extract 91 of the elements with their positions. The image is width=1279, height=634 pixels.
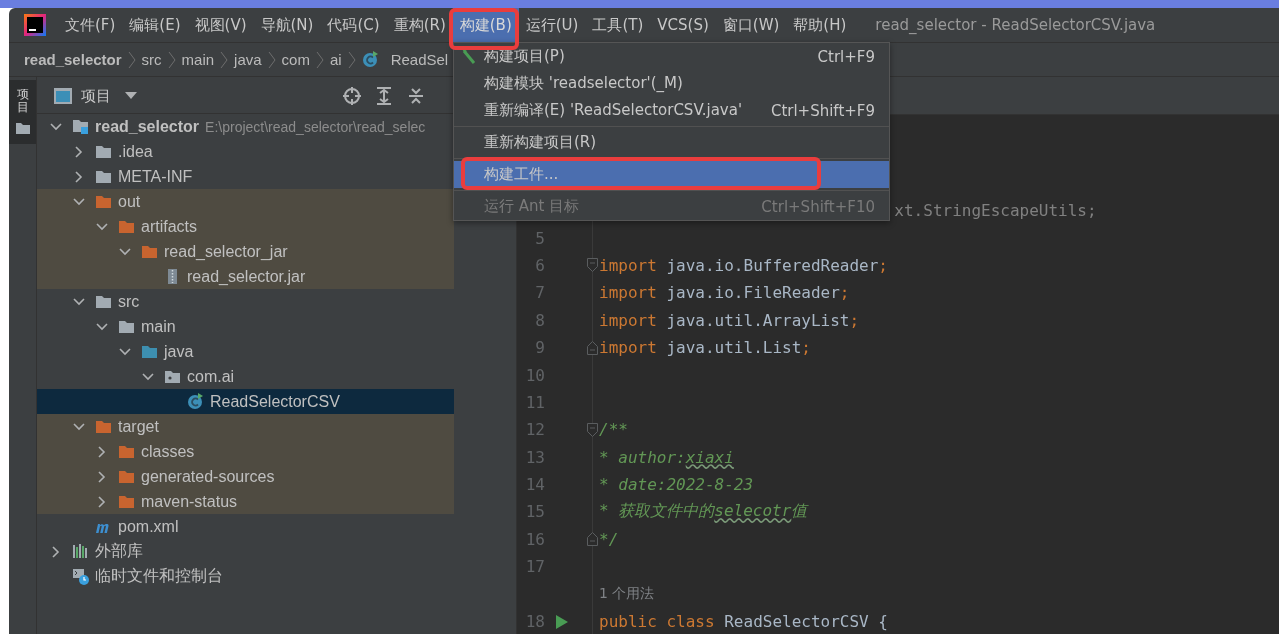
tree-item-label: java	[164, 342, 194, 361]
line-number: 18	[524, 612, 545, 632]
tree-item-label: maven-status	[141, 492, 238, 511]
breadcrumb-item[interactable]: main	[181, 51, 215, 68]
menu-bar-item[interactable]: 工具(T)	[585, 8, 651, 42]
tree-item-label: 外部库	[95, 541, 143, 561]
tree-row[interactable]: META-INF	[37, 164, 454, 189]
tree-item-label: generated-sources	[141, 467, 275, 486]
tree-item-label: artifacts	[141, 217, 197, 236]
menu-bar-item[interactable]: 窗口(W)	[715, 8, 787, 42]
tree-item-label: META-INF	[118, 167, 193, 186]
tree-row[interactable]: src	[37, 289, 454, 314]
menu-bar-item[interactable]: 帮助(H)	[786, 8, 854, 42]
line-number: 12	[524, 420, 545, 440]
tree-item-label: pom.xml	[118, 517, 179, 536]
tree-item-label: out	[118, 192, 141, 211]
menu-bar-item[interactable]: 导航(N)	[253, 8, 321, 42]
tree-row[interactable]: read_selector.jar	[37, 264, 454, 289]
tree-item-label: .idea	[118, 142, 153, 161]
breadcrumb-item[interactable]: java	[234, 51, 262, 68]
menu-bar-item[interactable]: 重构(R)	[386, 8, 453, 42]
tree-row[interactable]: read_selector_jar	[37, 239, 454, 264]
breadcrumb-item[interactable]: ai	[329, 51, 342, 68]
menu-bar-item[interactable]: 编辑(E)	[122, 8, 188, 42]
tree-item-label: main	[141, 317, 176, 336]
line-number: 9	[534, 338, 545, 358]
panel-title[interactable]: 项目	[81, 86, 111, 106]
window-title: read_selector - ReadSelectorCSV.java	[875, 16, 1156, 34]
code-line: /**	[599, 420, 628, 440]
tree-row[interactable]: 外部库	[37, 539, 454, 564]
line-number: 14	[524, 475, 545, 495]
menu-bar-item[interactable]: VCS(S)	[650, 8, 716, 42]
line-number: 15	[524, 502, 545, 522]
code-line: xt.StringEscapeUtils;	[894, 201, 1097, 221]
code-line: import java.io.FileReader;	[599, 283, 850, 303]
tree-row[interactable]: java	[37, 339, 454, 364]
breadcrumb-item[interactable]: com	[281, 51, 310, 68]
code-line: import java.util.List;	[599, 338, 811, 358]
code-line: import java.util.ArrayList;	[599, 310, 860, 330]
menu-item[interactable]: 构建项目(P) Ctrl+F9	[454, 43, 889, 70]
tree-item-label: read_selector_jar	[164, 242, 288, 261]
line-number: 7	[534, 283, 545, 303]
code-line: * author:xiaxi	[599, 447, 734, 467]
tree-row[interactable]: 临时文件和控制台	[37, 564, 454, 589]
line-number: 17	[524, 557, 545, 577]
tree-row[interactable]: maven-status	[37, 489, 454, 514]
tree-item-label: src	[118, 292, 140, 311]
usage-hint[interactable]: 1 个用法	[599, 585, 655, 604]
line-number: 11	[524, 392, 545, 412]
code-line: */	[599, 529, 619, 549]
menu-item[interactable]: 构建工件...	[454, 161, 889, 188]
line-number: 13	[524, 447, 545, 467]
tree-row[interactable]: com.ai	[37, 364, 454, 389]
tree-item-label: read_selector.jar	[187, 267, 306, 286]
tool-window-tab[interactable]: 项目	[9, 80, 36, 145]
menu-bar-item[interactable]: 文件(F)	[58, 8, 123, 42]
tree-row[interactable]: read_selector E:\project\read_selector\read_selec	[37, 114, 454, 139]
menu-item[interactable]: 构建模块 'readselector'(_M)	[454, 70, 889, 97]
project-path: E:\project\read_selector\read_selec	[205, 118, 426, 135]
line-number: 10	[524, 365, 545, 385]
code-line: * 获取文件中的selecotr值	[599, 501, 808, 523]
menu-bar-item[interactable]: 视图(V)	[187, 8, 254, 42]
menu-bar-item[interactable]: 代码(C)	[320, 8, 387, 42]
breadcrumb-item[interactable]: read_selector	[24, 51, 122, 68]
tree-row[interactable]: target	[37, 414, 454, 439]
line-number: 6	[534, 255, 545, 275]
tree-row[interactable]: artifacts	[37, 214, 454, 239]
tree-item-label: read_selector	[95, 117, 200, 136]
breadcrumb-item[interactable]: ReadSel	[390, 51, 449, 68]
tree-item-label: classes	[141, 442, 195, 461]
menu-item[interactable]: 重新编译(E) 'ReadSelectorCSV.java' Ctrl+Shift+F9	[454, 97, 889, 124]
code-line: public class ReadSelectorCSV {	[599, 612, 888, 632]
tree-row[interactable]: pom.xml	[37, 514, 454, 539]
tree-row[interactable]: .idea	[37, 139, 454, 164]
tree-row[interactable]: ReadSelectorCSV	[37, 389, 454, 414]
menu-item[interactable]: 重新构建项目(R)	[454, 129, 889, 156]
tree-item-label: 临时文件和控制台	[95, 566, 223, 586]
tree-item-label: target	[118, 417, 159, 436]
line-number: 8	[534, 310, 545, 330]
code-line: import java.io.BufferedReader;	[599, 255, 888, 275]
line-number: 16	[524, 529, 545, 549]
tree-row[interactable]: generated-sources	[37, 464, 454, 489]
tree-row[interactable]: main	[37, 314, 454, 339]
tree-row[interactable]: classes	[37, 439, 454, 464]
tree-row[interactable]: out	[37, 189, 454, 214]
menu-bar-item[interactable]: 运行(U)	[518, 8, 586, 42]
breadcrumb-item[interactable]: src	[141, 51, 162, 68]
line-number: 5	[534, 228, 545, 248]
code-line: * date:2022-8-23	[599, 475, 754, 495]
tree-item-label: ReadSelectorCSV	[210, 392, 340, 411]
tree-item-label: com.ai	[187, 367, 235, 386]
